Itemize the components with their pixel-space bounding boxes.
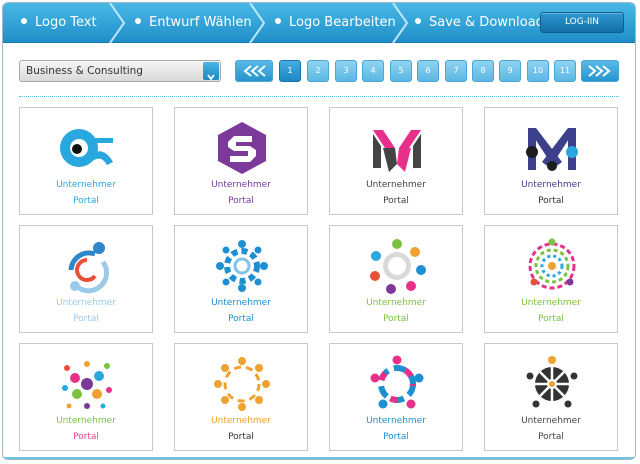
next-page-button[interactable] [581, 60, 619, 82]
logo-tile-12[interactable]: Unternehmer Portal [484, 343, 618, 451]
double-chevron-right-icon [588, 65, 611, 77]
page-button-1[interactable]: 1 [279, 60, 301, 82]
logo-tile-7[interactable]: Unternehmer Portal [329, 225, 463, 333]
logo-tile-3[interactable]: Unternehmer Portal [329, 107, 463, 215]
logo-name-line2: Portal [228, 432, 254, 442]
logo-name-line1: Unternehmer [521, 298, 581, 308]
category-select[interactable]: Business & Consulting [19, 60, 221, 82]
double-chevron-left-icon [243, 65, 266, 77]
bullet-icon [21, 18, 27, 24]
bottom-accent-bar [3, 457, 635, 459]
rainbow-rings-icon [528, 238, 576, 290]
category-select-value: Business & Consulting [26, 65, 143, 77]
crossed-m-icon [526, 128, 578, 171]
bullet-icon [275, 18, 281, 24]
logo-name-line2: Portal [383, 432, 409, 442]
logo-tile-4[interactable]: Unternehmer Portal [484, 107, 618, 215]
logo-name-line1: Unternehmer [56, 416, 116, 426]
logo-tile-6[interactable]: Unternehmer Portal [174, 225, 308, 333]
logo-name-line2: Portal [228, 196, 254, 206]
burst-dots-icon [62, 361, 112, 409]
colorful-people-ring-icon [370, 239, 426, 294]
step-edit-logo[interactable]: Logo Bearbeiten [275, 3, 396, 43]
hexagon-s-icon [218, 122, 266, 174]
page-button-2[interactable]: 2 [307, 60, 329, 82]
wizard-bar: Logo Text Entwurf Wählen Logo Bearbeiten… [3, 3, 635, 43]
logo-name-line1: Unternehmer [56, 298, 116, 308]
logo-name-line1: Unternehmer [521, 180, 581, 190]
logo-name-line2: Portal [538, 196, 564, 206]
infinity-swirl-icon [60, 129, 113, 167]
geometric-m-icon [373, 130, 421, 172]
dropdown-arrow[interactable] [203, 62, 219, 81]
people-circle-icon [68, 242, 109, 294]
login-button[interactable]: LOG-IIN [540, 12, 624, 33]
logo-name-line1: Unternehmer [211, 416, 271, 426]
logo-tile-8[interactable]: Unternehmer Portal [484, 225, 618, 333]
logo-name-line1: Unternehmer [366, 298, 426, 308]
logo-name-line1: Unternehmer [56, 180, 116, 190]
step-choose-design[interactable]: Entwurf Wählen [135, 3, 252, 43]
page-button-8[interactable]: 8 [472, 60, 494, 82]
page-button-11[interactable]: 11 [554, 60, 576, 82]
page-button-4[interactable]: 4 [362, 60, 384, 82]
logo-tile-5[interactable]: Unternehmer Portal [19, 225, 153, 333]
page-button-9[interactable]: 9 [499, 60, 521, 82]
logo-name-line2: Portal [73, 196, 99, 206]
bullet-icon [415, 18, 421, 24]
chevron-down-icon [207, 66, 215, 81]
logo-name-line2: Portal [383, 314, 409, 324]
page-button-10[interactable]: 10 [527, 60, 549, 82]
logo-name-line1: Unternehmer [366, 180, 426, 190]
page-button-7[interactable]: 7 [445, 60, 467, 82]
logo-tile-1[interactable]: Unternehmer Portal [19, 107, 153, 215]
logo-name-line2: Portal [73, 432, 99, 442]
dark-people-wheel-icon [526, 356, 578, 408]
logo-name-line2: Portal [73, 314, 99, 324]
orange-people-ring-icon [214, 357, 270, 411]
chevron-separator-icon [109, 3, 126, 43]
logo-tile-2[interactable]: Unternehmer Portal [174, 107, 308, 215]
page-button-6[interactable]: 6 [417, 60, 439, 82]
step-save-download[interactable]: Save & Download [415, 3, 544, 43]
blue-people-ring-icon [216, 240, 268, 292]
page-button-5[interactable]: 5 [390, 60, 412, 82]
logo-name-line2: Portal [538, 432, 564, 442]
teamwork-ring-icon [370, 355, 424, 409]
logo-tile-11[interactable]: Unternehmer Portal [329, 343, 463, 451]
dotted-divider [19, 96, 619, 97]
logo-name-line2: Portal [228, 314, 254, 324]
page-button-3[interactable]: 3 [335, 60, 357, 82]
logo-name-line1: Unternehmer [521, 416, 581, 426]
step-logo-text[interactable]: Logo Text [21, 3, 97, 43]
chevron-separator-icon [392, 3, 409, 43]
bullet-icon [135, 18, 141, 24]
logo-name-line2: Portal [383, 196, 409, 206]
prev-page-button[interactable] [235, 60, 273, 82]
chevron-separator-icon [249, 3, 266, 43]
logo-tile-9[interactable]: Unternehmer Portal [19, 343, 153, 451]
logo-tile-10[interactable]: Unternehmer Portal [174, 343, 308, 451]
logo-name-line1: Unternehmer [211, 180, 271, 190]
logo-name-line1: Unternehmer [211, 298, 271, 308]
logo-name-line1: Unternehmer [366, 416, 426, 426]
app-window: Logo Text Entwurf Wählen Logo Bearbeiten… [2, 2, 636, 460]
logo-name-line2: Portal [538, 314, 564, 324]
